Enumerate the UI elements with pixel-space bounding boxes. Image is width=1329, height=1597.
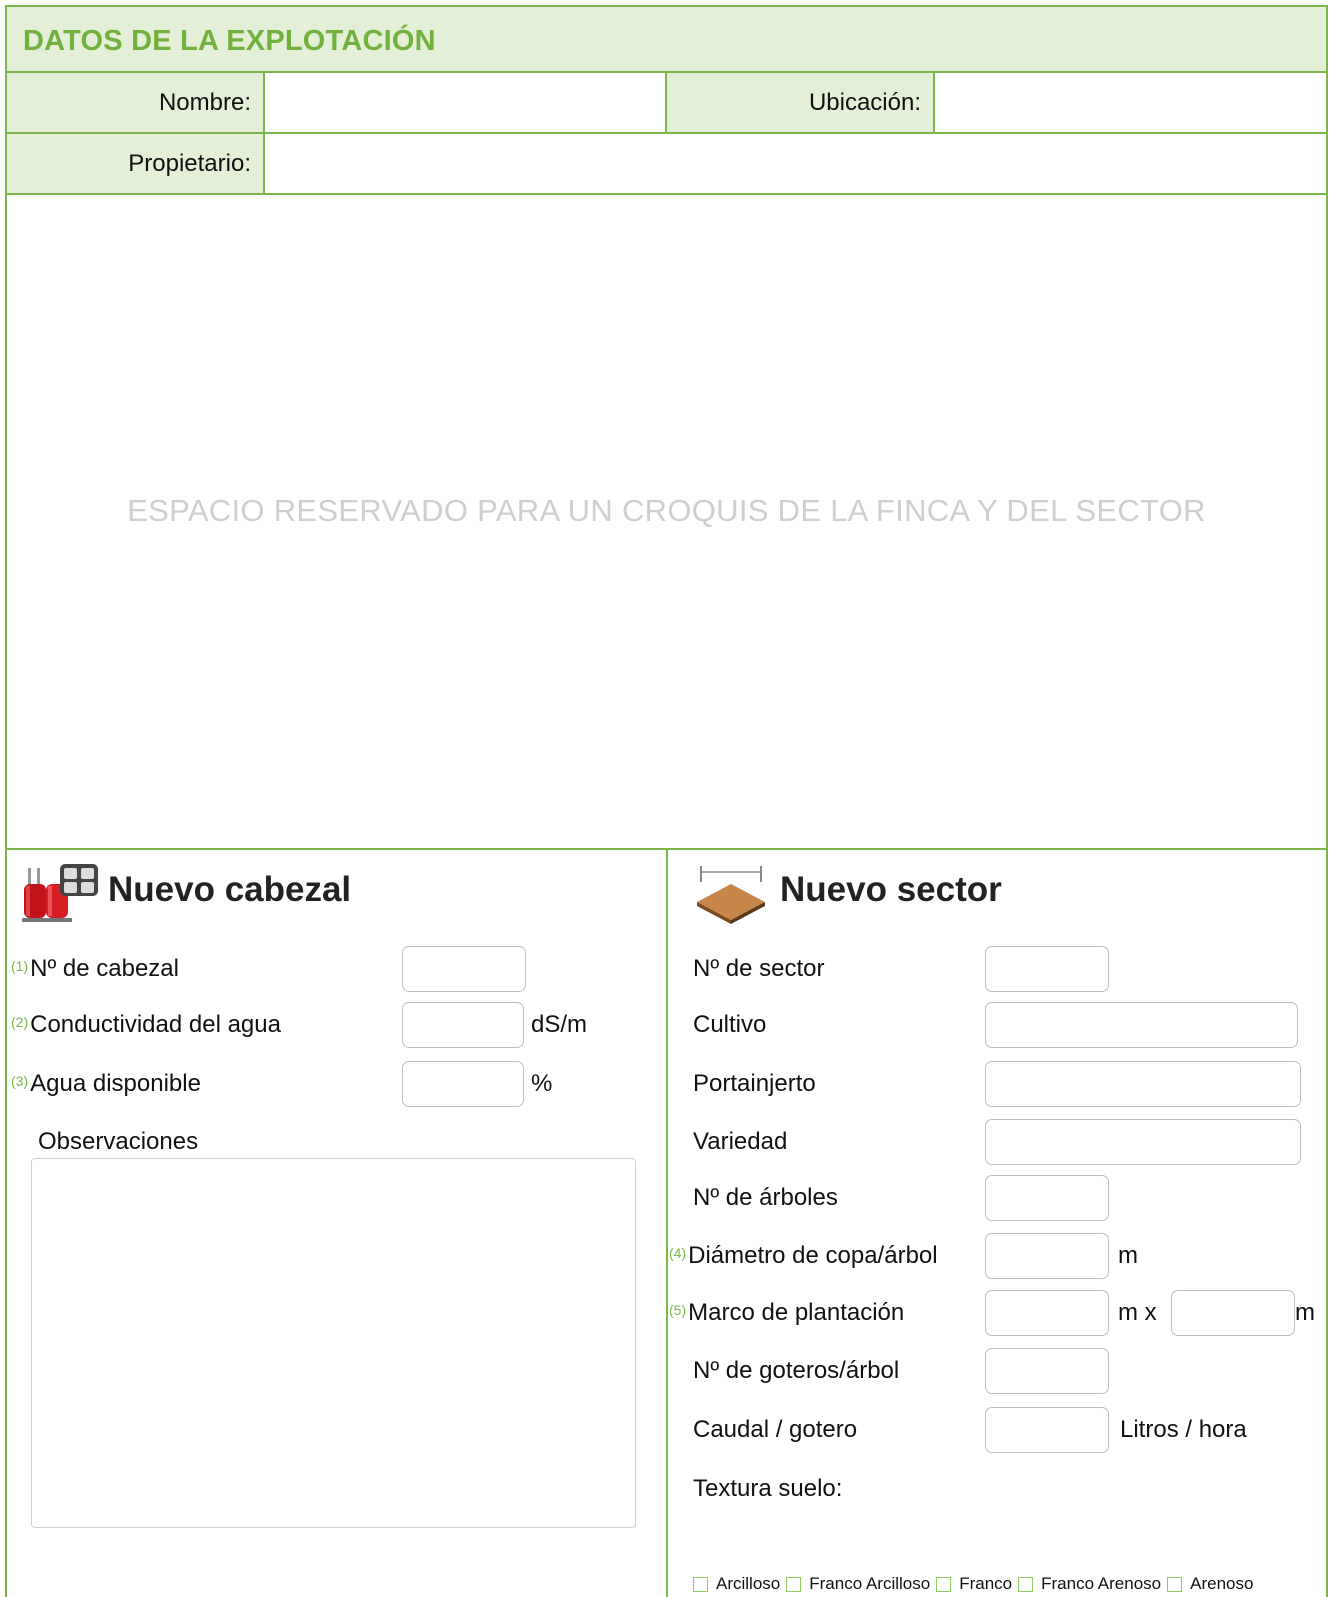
marco-unit-2: m: [1295, 1299, 1315, 1326]
textura-option-franco-arenoso[interactable]: Franco Arenoso: [1018, 1574, 1161, 1594]
cabezal-field-2-label: (2)Conductividad del agua: [11, 1011, 281, 1038]
soil-plot-icon: [695, 862, 767, 924]
caudal-label: Caudal / gotero: [693, 1416, 858, 1443]
textura-option-franco[interactable]: Franco: [936, 1574, 1012, 1594]
textura-option-arenoso[interactable]: Arenoso: [1167, 1574, 1253, 1594]
ubicacion-field[interactable]: [935, 73, 1328, 134]
diametro-input[interactable]: [985, 1233, 1109, 1279]
sketch-area[interactable]: ESPACIO RESERVADO PARA UN CROQUIS DE LA …: [5, 195, 1328, 850]
agua-disponible-input[interactable]: [402, 1061, 524, 1107]
sector-number-input[interactable]: [985, 946, 1109, 992]
sketch-placeholder: ESPACIO RESERVADO PARA UN CROQUIS DE LA …: [127, 493, 1206, 528]
arboles-label: Nº de árboles: [693, 1184, 838, 1211]
cabezal-title: Nuevo cabezal: [108, 870, 352, 909]
section-title: DATOS DE LA EXPLOTACIÓN: [23, 25, 436, 57]
section-header: DATOS DE LA EXPLOTACIÓN: [5, 5, 1328, 73]
cabezal-number-input[interactable]: [402, 946, 526, 992]
textura-option-arcilloso[interactable]: Arcilloso: [693, 1574, 780, 1594]
marco-input-1[interactable]: [985, 1290, 1109, 1336]
sector-title: Nuevo sector: [780, 870, 1002, 909]
cultivo-input[interactable]: [985, 1002, 1298, 1048]
checkbox[interactable]: [693, 1576, 708, 1592]
nombre-field[interactable]: [265, 73, 667, 134]
caudal-unit: Litros / hora: [1120, 1416, 1247, 1443]
checkbox[interactable]: [1018, 1576, 1034, 1592]
textura-option-franco-arcilloso[interactable]: Franco Arcilloso: [786, 1574, 930, 1594]
textura-options: Arcilloso Franco Arcilloso Franco Franco…: [693, 1574, 1259, 1594]
goteros-input[interactable]: [985, 1348, 1109, 1394]
observaciones-textarea[interactable]: [31, 1158, 636, 1528]
marco-input-2[interactable]: [1171, 1290, 1295, 1336]
ubicacion-label: Ubicación:: [808, 89, 921, 116]
propietario-label: Propietario:: [128, 150, 251, 177]
irrigation-head-icon: [22, 860, 102, 926]
textura-label: Textura suelo:: [693, 1475, 843, 1502]
ubicacion-label-cell: Ubicación:: [667, 73, 935, 134]
observaciones-label: Observaciones: [38, 1128, 199, 1155]
sector-number-label: Nº de sector: [693, 955, 825, 982]
diametro-label: (4)Diámetro de copa/árbol: [669, 1242, 938, 1269]
variedad-label: Variedad: [693, 1128, 788, 1155]
agua-disponible-unit: %: [531, 1070, 553, 1097]
checkbox[interactable]: [786, 1576, 802, 1592]
conductividad-unit: dS/m: [531, 1011, 588, 1038]
cultivo-label: Cultivo: [693, 1011, 767, 1038]
marco-label: (5)Marco de plantación: [669, 1299, 905, 1326]
nombre-label-cell: Nombre:: [5, 73, 265, 134]
right-border: [1326, 850, 1328, 1597]
marco-unit-1: m x: [1118, 1299, 1157, 1326]
variedad-input[interactable]: [985, 1119, 1301, 1165]
diametro-unit: m: [1118, 1242, 1138, 1269]
goteros-label: Nº de goteros/árbol: [693, 1357, 900, 1384]
checkbox[interactable]: [1167, 1576, 1183, 1592]
nombre-label: Nombre:: [158, 89, 251, 116]
cabezal-field-1-label: (1)Nº de cabezal: [11, 955, 179, 982]
conductividad-input[interactable]: [402, 1002, 524, 1048]
propietario-label-cell: Propietario:: [5, 134, 265, 195]
cabezal-field-3-label: (3)Agua disponible: [11, 1070, 201, 1097]
portainjerto-label: Portainjerto: [693, 1070, 816, 1097]
arboles-input[interactable]: [985, 1175, 1109, 1221]
propietario-field[interactable]: [265, 134, 1328, 195]
portainjerto-input[interactable]: [985, 1061, 1301, 1107]
checkbox[interactable]: [936, 1576, 952, 1592]
caudal-input[interactable]: [985, 1407, 1109, 1453]
